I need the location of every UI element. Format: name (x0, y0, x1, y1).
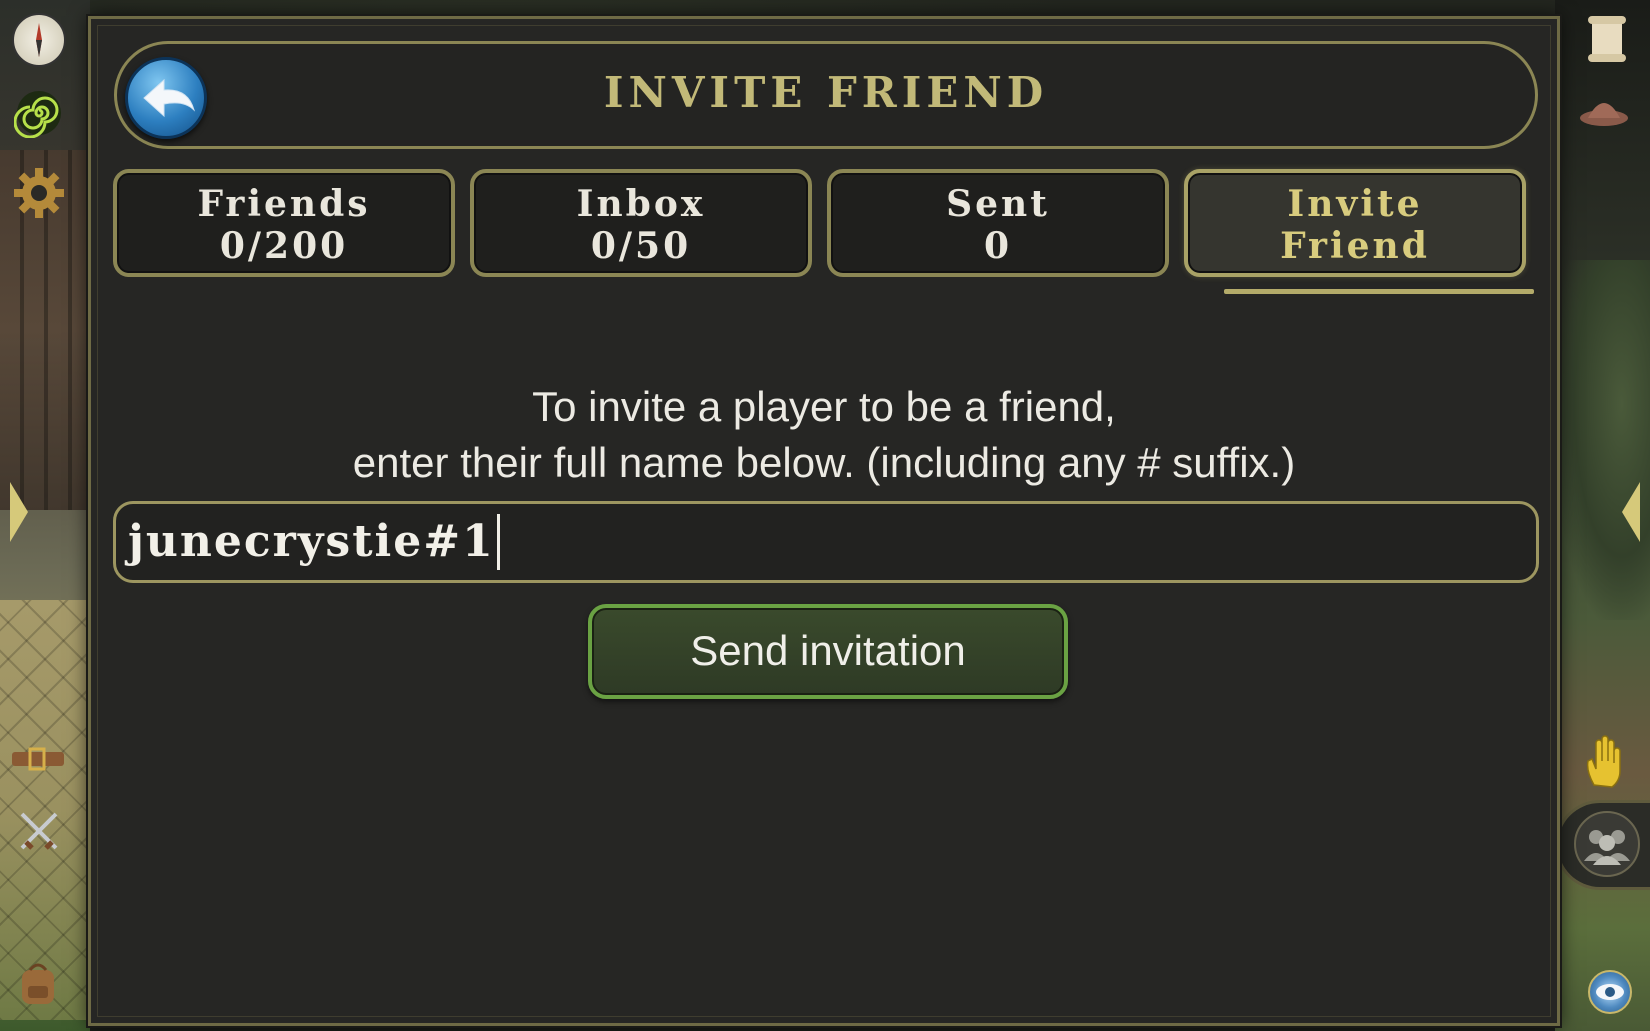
expand-right-arrow-icon[interactable] (1622, 482, 1640, 542)
gear-icon[interactable] (12, 166, 66, 220)
back-arrow-icon (143, 78, 195, 118)
scroll-icon[interactable] (1584, 14, 1630, 64)
friend-name-value: junecrystie#1 (128, 516, 495, 567)
belt-icon[interactable] (12, 745, 64, 773)
tab-friends-label: Friends (197, 183, 371, 225)
back-button[interactable] (125, 57, 207, 139)
tab-invite-friend[interactable]: Invite Friend (1184, 169, 1526, 277)
tab-invite-friend-label-2: Friend (1280, 225, 1430, 267)
group-icon (1574, 811, 1640, 877)
tree-foliage (1555, 260, 1650, 620)
panel-header: INVITE FRIEND (114, 41, 1538, 149)
friend-name-input[interactable]: junecrystie#1 (113, 501, 1539, 583)
page-title: INVITE FRIEND (603, 68, 1049, 117)
group-button[interactable] (1555, 800, 1650, 890)
crossed-swords-icon[interactable] (16, 808, 62, 854)
instruction-line-2: enter their full name below. (including … (352, 439, 1296, 486)
tab-inbox[interactable]: Inbox 0/50 (470, 169, 812, 277)
instruction-text: To invite a player to be a friend, enter… (91, 379, 1557, 491)
tab-friends[interactable]: Friends 0/200 (113, 169, 455, 277)
invite-friend-panel: INVITE FRIEND Friends 0/200 Inbox 0/50 S… (88, 16, 1560, 1026)
tab-friends-count: 0/200 (219, 225, 349, 267)
text-caret (496, 514, 500, 570)
tab-sent-count: 0 (983, 225, 1013, 267)
tab-inbox-count: 0/50 (590, 225, 692, 267)
backpack-icon[interactable] (16, 960, 60, 1008)
tab-bar: Friends 0/200 Inbox 0/50 Sent 0 Invite F… (113, 169, 1553, 294)
active-tab-indicator (1224, 289, 1534, 294)
game-screen: INVITE FRIEND Friends 0/200 Inbox 0/50 S… (0, 0, 1650, 1031)
tab-sent[interactable]: Sent 0 (827, 169, 1169, 277)
instruction-line-1: To invite a player to be a friend, (532, 383, 1116, 430)
spiral-icon[interactable] (13, 88, 64, 139)
tab-sent-label: Sent (946, 183, 1050, 225)
send-invitation-button[interactable]: Send invitation (588, 604, 1068, 699)
tab-inbox-label: Inbox (576, 183, 706, 225)
compass-icon[interactable] (12, 13, 66, 67)
hand-icon[interactable] (1580, 733, 1632, 789)
eye-icon[interactable] (1588, 970, 1632, 1014)
tab-invite-friend-label-1: Invite (1287, 183, 1423, 225)
expand-left-arrow-icon[interactable] (10, 482, 28, 542)
hat-icon[interactable] (1578, 88, 1630, 130)
